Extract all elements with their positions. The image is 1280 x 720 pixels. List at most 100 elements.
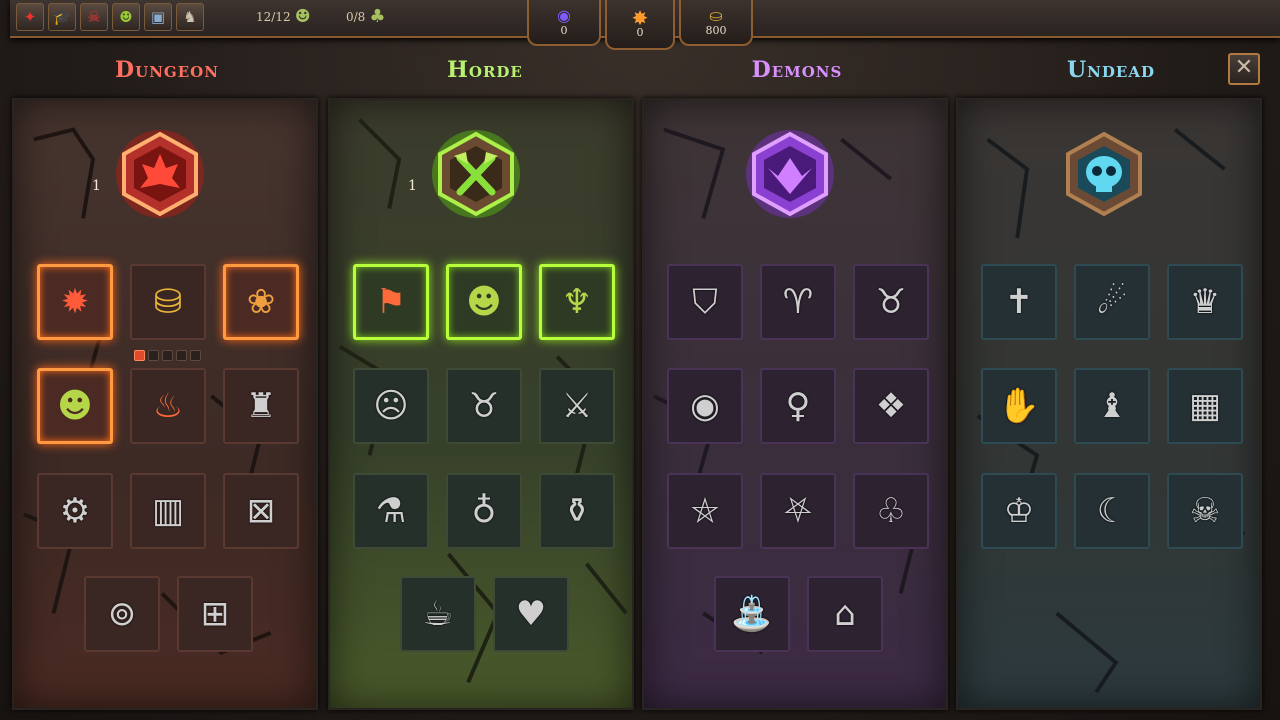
demons-slot[interactable]: ⛧ <box>760 473 836 549</box>
gold-value: 800 <box>705 23 727 37</box>
dark-horns-icon: ♉ <box>875 282 907 322</box>
dungeon-slot[interactable]: ✹ <box>37 264 113 340</box>
horde-slot[interactable]: ☕ <box>400 576 476 652</box>
top-bar-icons: ✦ 🎓 ☠ ☻ ▣ ♞ <box>16 3 204 31</box>
beast-goggles-icon: ♉ <box>468 386 500 426</box>
demons-slot[interactable]: ⛲ <box>714 576 790 652</box>
dungeon-slot[interactable]: ⊚ <box>84 576 160 652</box>
tab-demons[interactable]: Demons <box>672 55 922 85</box>
workers-counter[interactable]: 0/8 ♣ <box>346 6 385 27</box>
undead-slot[interactable]: ☠ <box>1167 473 1243 549</box>
succubus-icon: ♀ <box>785 386 811 426</box>
undead-panel: ✝ ☄ ♛ ✋ ♝ ▦ ♔ ☾ ☠ <box>956 98 1262 710</box>
horde-slot[interactable]: ♉ <box>446 368 522 444</box>
gold-resource[interactable]: ⛀ 800 <box>679 0 753 46</box>
spiked-gate-icon: ▥ <box>151 491 185 531</box>
rune-map-icon[interactable]: ✦ <box>16 3 44 31</box>
undead-slot[interactable]: ▦ <box>1167 368 1243 444</box>
demons-slot[interactable]: ⌂ <box>807 576 883 652</box>
gear-cube-icon: ⚙ <box>59 491 91 531</box>
dungeon-slot[interactable]: ⊠ <box>223 473 299 549</box>
dungeon-slot[interactable]: ▥ <box>130 473 206 549</box>
horde-slot[interactable]: ☹ <box>353 368 429 444</box>
demons-slot[interactable]: ◉ <box>667 368 743 444</box>
demons-slot[interactable]: ♧ <box>853 473 929 549</box>
potion-flask-icon: ⚗ <box>375 491 407 531</box>
fountain-icon: ⛲ <box>730 594 774 634</box>
horde-slot[interactable]: ⚔ <box>539 368 615 444</box>
undead-slot[interactable]: ♛ <box>1167 264 1243 340</box>
horde-level: 1 <box>408 178 417 194</box>
demons-slot[interactable]: ⛉ <box>667 264 743 340</box>
dungeon-slot[interactable]: ♜ <box>223 368 299 444</box>
pentagram-icon: ⛤ <box>691 491 719 531</box>
undead-slot[interactable]: ♝ <box>1074 368 1150 444</box>
horde-slot[interactable]: ⚑ <box>353 264 429 340</box>
undead-slot[interactable]: ✋ <box>981 368 1057 444</box>
demon-globe-icon: ◉ <box>690 386 720 426</box>
orc-banner-icon: ⚑ <box>375 282 407 322</box>
chest-icon[interactable]: ▣ <box>144 3 172 31</box>
progress-dot <box>134 350 145 361</box>
goblin-icon: ☻ <box>294 6 311 27</box>
undead-slot[interactable]: ♔ <box>981 473 1057 549</box>
spike-trap-icon: ⊠ <box>246 491 276 531</box>
close-button[interactable]: ✕ <box>1228 53 1260 85</box>
treasure-chest-icon: ⛁ <box>153 282 183 322</box>
undead-slot[interactable]: ✝ <box>981 264 1057 340</box>
goblin-head-icon: ☹ <box>373 386 409 426</box>
horde-slot[interactable]: ♥ <box>493 576 569 652</box>
horde-slot[interactable]: ⚱ <box>539 473 615 549</box>
gems-resource[interactable]: ◉ 0 <box>527 0 601 46</box>
beer-mug-icon: ☕ <box>422 594 454 634</box>
undead-slot[interactable]: ☄ <box>1074 264 1150 340</box>
crystal-orbs-icon: ❖ <box>875 386 907 426</box>
gold-coins-icon: ⛀ <box>709 5 723 25</box>
demons-slot[interactable]: ♉ <box>853 264 929 340</box>
goblin-head-icon[interactable]: ☻ <box>112 3 140 31</box>
demon-mask-icon[interactable]: ☠ <box>80 3 108 31</box>
creature-icon[interactable]: ♞ <box>176 3 204 31</box>
tab-dungeon[interactable]: Dungeon <box>42 55 292 85</box>
demons-slot[interactable]: ⛤ <box>667 473 743 549</box>
flower-idol-icon: ❀ <box>246 282 276 322</box>
vampire-icon: ♝ <box>1096 386 1128 426</box>
tab-horde[interactable]: Horde <box>360 55 610 85</box>
dungeon-slot[interactable]: ❀ <box>223 264 299 340</box>
demons-emblem[interactable] <box>744 128 836 220</box>
dungeon-panel: 1 ✹ ⛁ ❀ ☻ ♨ ♜ ⚙ ▥ ⊠ ⊚ ⊞ <box>12 98 318 710</box>
horde-slot[interactable]: ♁ <box>446 473 522 549</box>
top-bar: ✦ 🎓 ☠ ☻ ▣ ♞ 12/12 ☻ 0/8 ♣ ◉ 0 ✸ 0 ⛀ 800 <box>0 0 1280 50</box>
dungeon-slot[interactable]: ♨ <box>130 368 206 444</box>
bear-trap-icon: ⊚ <box>107 594 137 634</box>
undead-slot[interactable]: ☾ <box>1074 473 1150 549</box>
pentagram-circle-icon: ⛧ <box>784 491 812 531</box>
evil-resource[interactable]: ✸ 0 <box>605 0 675 50</box>
dungeon-slot[interactable]: ⛁ <box>130 264 206 340</box>
dungeon-emblem[interactable] <box>114 128 206 220</box>
dungeon-slot[interactable]: ⊞ <box>177 576 253 652</box>
dungeon-slot[interactable]: ⚙ <box>37 473 113 549</box>
banshee-icon: ☄ <box>1096 282 1128 322</box>
horde-slot[interactable]: ♆ <box>539 264 615 340</box>
demons-slot[interactable]: ♈ <box>760 264 836 340</box>
heart-relic-icon: ♥ <box>515 594 547 634</box>
skull-block-icon: ☠ <box>1189 491 1221 531</box>
minions-counter[interactable]: 12/12 ☻ <box>256 6 311 27</box>
horde-panel: 1 ⚑ ☻ ♆ ☹ ♉ ⚔ ⚗ ♁ ⚱ ☕ ♥ <box>328 98 634 710</box>
dungeon-slot[interactable]: ☻ <box>37 368 113 444</box>
horde-emblem[interactable] <box>430 128 522 220</box>
rubber-duck-icon: ♧ <box>875 491 907 531</box>
demons-slot[interactable]: ❖ <box>853 368 929 444</box>
horde-slot[interactable]: ⚗ <box>353 473 429 549</box>
undead-emblem[interactable] <box>1058 128 1150 220</box>
orc-face-icon: ☻ <box>466 282 502 322</box>
horde-slot[interactable]: ☻ <box>446 264 522 340</box>
demons-slot[interactable]: ♀ <box>760 368 836 444</box>
graduation-cap-icon[interactable]: 🎓 <box>48 3 76 31</box>
chained-flask-icon: ⚱ <box>562 491 592 531</box>
crossed-swords-icon: ⚔ <box>561 386 593 426</box>
gargoyle-door-icon: ⌂ <box>834 594 856 634</box>
tab-undead[interactable]: Undead <box>986 55 1236 85</box>
dungeon-level: 1 <box>92 178 101 194</box>
